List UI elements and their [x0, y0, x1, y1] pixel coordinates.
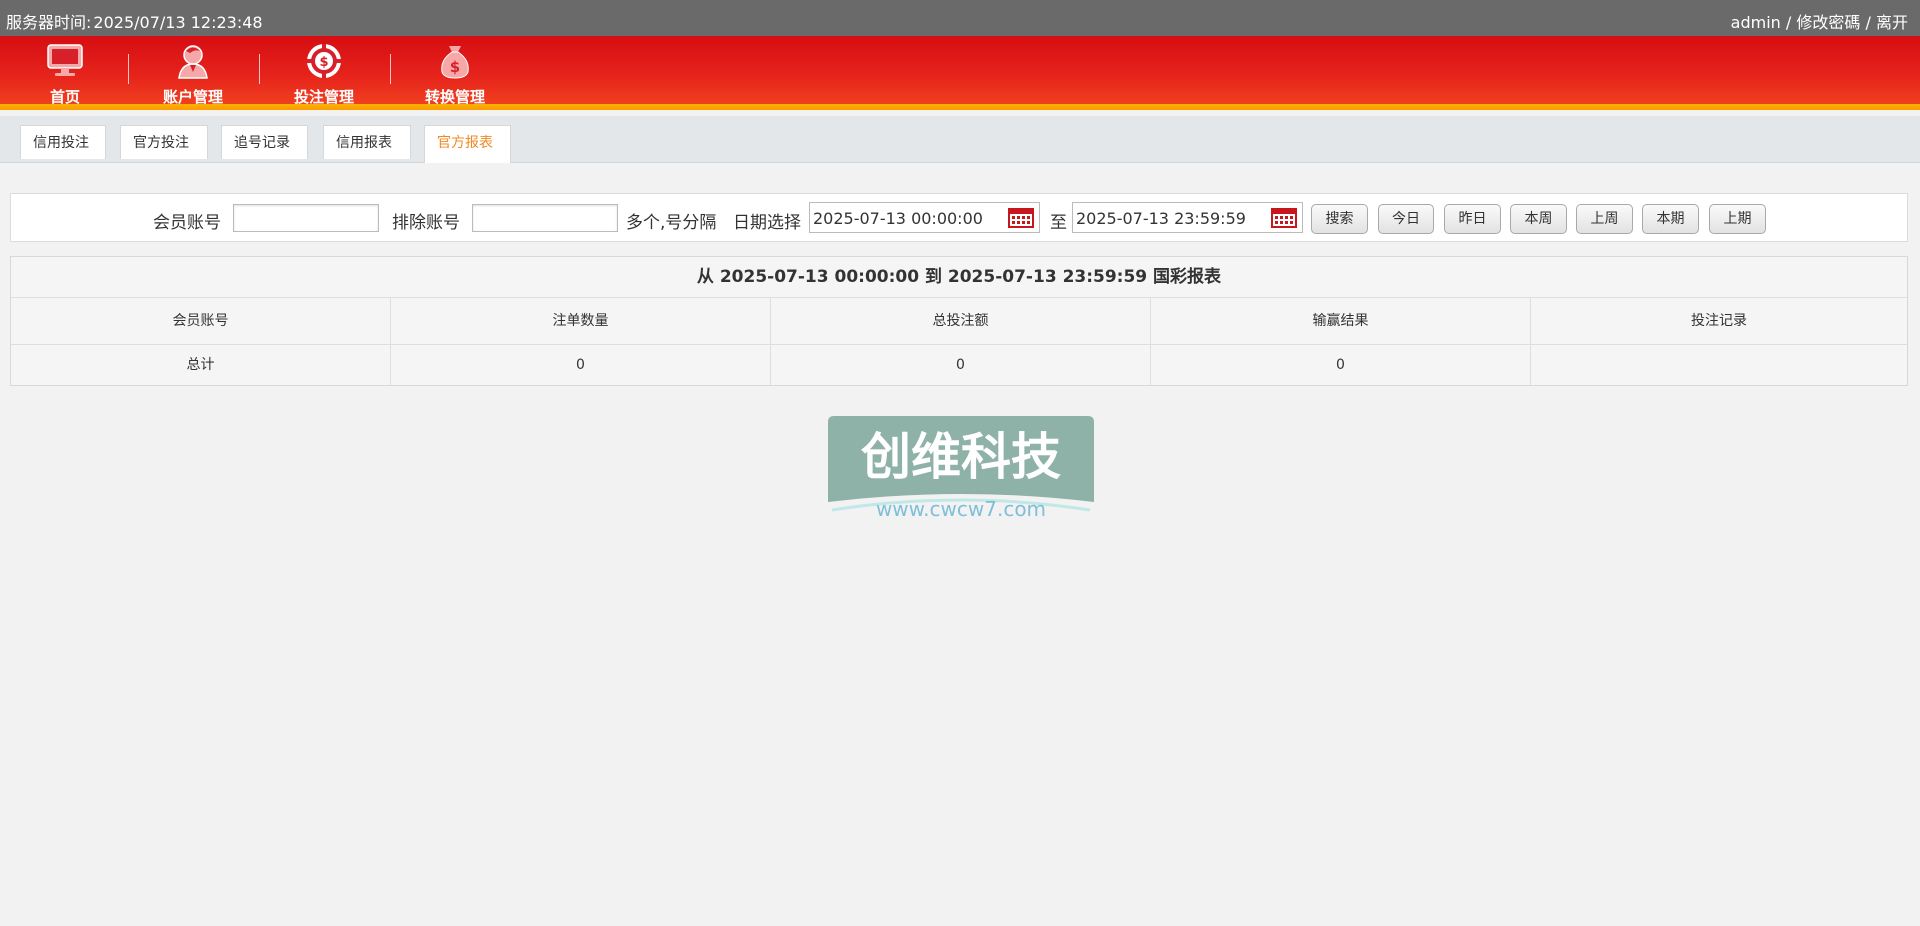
to-label: 至	[1050, 213, 1067, 233]
separator: /	[1865, 13, 1871, 32]
table-header-row: 会员账号 注单数量 总投注额 输赢结果 投注记录	[11, 298, 1907, 345]
main-nav: 首页 账户管理 $ 投注管理 $ 转换管理	[0, 36, 1920, 110]
exclude-account-input[interactable]	[472, 204, 618, 232]
last-period-button[interactable]: 上期	[1709, 204, 1766, 234]
username-link[interactable]: admin	[1731, 13, 1781, 32]
yesterday-button[interactable]: 昨日	[1444, 204, 1501, 234]
watermark-text: 创维科技	[861, 428, 1061, 486]
calendar-icon[interactable]	[1008, 208, 1034, 228]
date-to-input[interactable]: 2025-07-13 23:59:59	[1072, 202, 1303, 233]
table-row-total: 总计 0 0 0	[11, 345, 1907, 385]
nav-item-transfer[interactable]: $ 转换管理	[390, 36, 520, 106]
watermark-logo: 创维科技 www.cwcw7.com	[828, 416, 1094, 521]
date-select-label: 日期选择	[733, 213, 801, 233]
tab-credit-bet[interactable]: 信用投注	[20, 125, 106, 159]
member-account-label: 会员账号	[153, 213, 221, 233]
tab-official-report[interactable]: 官方报表	[424, 125, 511, 163]
logout-link[interactable]: 离开	[1876, 13, 1908, 32]
table-cell: 总计	[11, 345, 391, 385]
sub-nav: 信用投注 官方投注 追号记录 信用报表 官方报表	[0, 116, 1920, 163]
column-header: 会员账号	[11, 298, 391, 344]
today-button[interactable]: 今日	[1378, 204, 1434, 234]
column-header: 注单数量	[391, 298, 771, 344]
date-from-value: 2025-07-13 00:00:00	[813, 209, 983, 228]
server-time-info: 服务器时间: 2025/07/13 12:23:48	[6, 9, 263, 33]
table-cell: 0	[1151, 345, 1531, 385]
money-bag-icon: $	[441, 46, 469, 79]
exclude-account-label: 排除账号	[392, 213, 460, 233]
this-period-button[interactable]: 本期	[1642, 204, 1699, 234]
member-account-input[interactable]	[233, 204, 379, 232]
column-header: 输赢结果	[1151, 298, 1531, 344]
report-table: 从 2025-07-13 00:00:00 到 2025-07-13 23:59…	[10, 256, 1908, 386]
tab-chase-record[interactable]: 追号记录	[221, 125, 308, 159]
table-cell: 0	[391, 345, 771, 385]
nav-item-bet-management[interactable]: $ 投注管理	[259, 36, 389, 110]
monitor-icon	[47, 44, 83, 76]
search-button[interactable]: 搜索	[1311, 204, 1368, 234]
this-week-button[interactable]: 本周	[1510, 204, 1567, 234]
exclude-hint: 多个,号分隔	[626, 213, 717, 233]
date-to-value: 2025-07-13 23:59:59	[1076, 209, 1246, 228]
change-password-link[interactable]: 修改密碼	[1796, 13, 1860, 32]
report-title: 从 2025-07-13 00:00:00 到 2025-07-13 23:59…	[11, 257, 1907, 298]
svg-text:$: $	[319, 55, 328, 70]
tab-official-bet[interactable]: 官方投注	[120, 125, 208, 159]
nav-item-account[interactable]: 账户管理	[128, 36, 258, 106]
nav-item-home[interactable]: 首页	[0, 36, 130, 106]
table-cell: 0	[771, 345, 1151, 385]
table-cell	[1531, 345, 1907, 385]
column-header: 总投注额	[771, 298, 1151, 344]
tab-credit-report[interactable]: 信用报表	[323, 125, 411, 159]
last-week-button[interactable]: 上周	[1576, 204, 1633, 234]
search-form: 会员账号 排除账号 多个,号分隔 日期选择 2025-07-13 00:00:0…	[10, 193, 1908, 242]
watermark-url: www.cwcw7.com	[876, 497, 1046, 521]
nav-gold-stripe	[0, 104, 1920, 110]
column-header: 投注记录	[1691, 313, 1747, 329]
date-from-input[interactable]: 2025-07-13 00:00:00	[809, 202, 1040, 233]
separator: /	[1785, 13, 1792, 32]
calendar-icon[interactable]	[1271, 208, 1297, 228]
user-icon	[178, 45, 208, 79]
server-time-label: 服务器时间:	[6, 13, 92, 32]
server-time-value: 2025/07/13 12:23:48	[93, 13, 263, 32]
top-status-bar: 服务器时间: 2025/07/13 12:23:48 admin / 修改密碼 /…	[0, 0, 1920, 36]
user-links: admin / 修改密碼 / 离开	[1731, 9, 1908, 33]
svg-text:$: $	[450, 58, 460, 76]
chip-icon: $	[307, 44, 341, 78]
